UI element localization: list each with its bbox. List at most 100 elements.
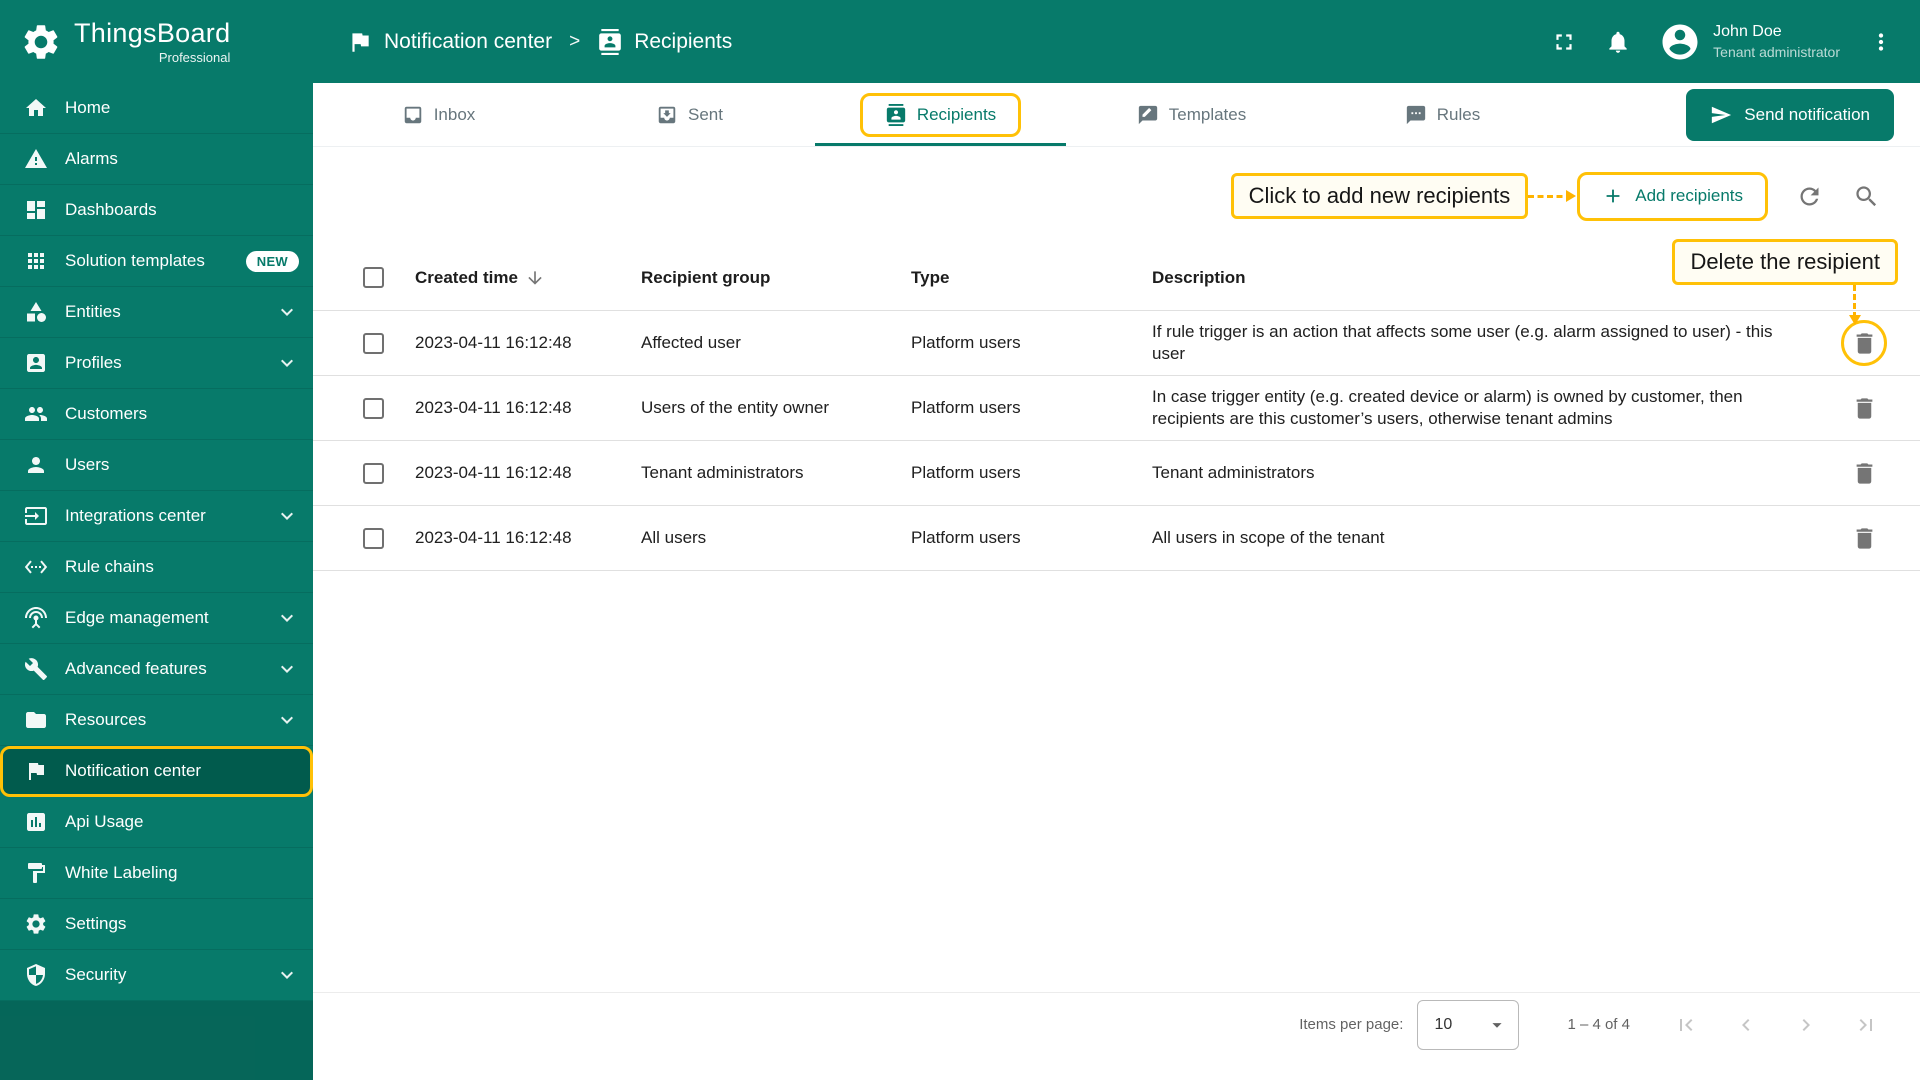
sidebar-item-solution-templates[interactable]: Solution templates NEW [0, 236, 313, 287]
api-usage-icon [24, 810, 48, 834]
delete-row-button[interactable] [1851, 460, 1878, 487]
chevron-left-icon [1734, 1013, 1758, 1037]
delete-row-button[interactable] [1851, 525, 1878, 552]
breadcrumb-parent-label: Notification center [384, 29, 553, 53]
sidebar-item-profiles[interactable]: Profiles [0, 338, 313, 389]
sidebar-item-white-labeling[interactable]: White Labeling [0, 848, 313, 899]
add-recipients-button[interactable]: Add recipients [1577, 171, 1768, 221]
refresh-button[interactable] [1796, 183, 1823, 210]
sidebar-item-integrations-center[interactable]: Integrations center [0, 491, 313, 542]
advanced-features-icon [24, 657, 48, 681]
sidebar-item-settings[interactable]: Settings [0, 899, 313, 950]
delete-row-button[interactable] [1851, 330, 1878, 357]
sidebar-item-customers[interactable]: Customers [0, 389, 313, 440]
table-row[interactable]: 2023-04-11 16:12:48 Tenant administrator… [313, 441, 1920, 506]
delete-annotation-arrow [1849, 285, 1861, 325]
first-page-icon [1674, 1013, 1698, 1037]
cell-recipient-group: Users of the entity owner [641, 398, 830, 417]
sidebar-item-resources[interactable]: Resources [0, 695, 313, 746]
first-page-button[interactable] [1674, 1013, 1698, 1037]
tab-sent[interactable]: Sent [564, 83, 815, 146]
sidebar-item-label: Rule chains [65, 557, 154, 576]
breadcrumb-recipients: Recipients [597, 29, 732, 55]
sidebar-item-label: White Labeling [65, 863, 178, 882]
chevron-down-icon [275, 606, 299, 630]
chevron-down-icon [275, 963, 299, 987]
cell-description: All users in scope of the tenant [1152, 528, 1385, 547]
trash-icon [1851, 525, 1878, 552]
topbar-actions: John Doe Tenant administrator [1551, 21, 1894, 63]
send-notification-button[interactable]: Send notification [1686, 88, 1894, 141]
delete-row-button[interactable] [1851, 395, 1878, 422]
notifications-button[interactable] [1605, 29, 1631, 55]
last-page-button[interactable] [1854, 1013, 1878, 1037]
select-all-checkbox[interactable] [363, 267, 384, 288]
dashboards-icon [24, 198, 48, 222]
sidebar-item-label: Customers [65, 404, 148, 423]
row-checkbox[interactable] [363, 462, 384, 484]
cell-created-time: 2023-04-11 16:12:48 [415, 333, 572, 352]
sidebar-item-home[interactable]: Home [0, 83, 313, 134]
edge-management-icon [24, 606, 48, 630]
user-menu[interactable]: John Doe Tenant administrator [1659, 21, 1840, 63]
sidebar-item-label: Security [65, 965, 127, 984]
table-row[interactable]: 2023-04-11 16:12:48 Users of the entity … [313, 376, 1920, 441]
sidebar-item-entities[interactable]: Entities [0, 287, 313, 338]
breadcrumb-notification-center[interactable]: Notification center [347, 29, 552, 55]
sidebar-item-label: Settings [65, 914, 127, 933]
brand-name: ThingsBoard [74, 17, 231, 48]
sidebar-item-label: Users [65, 455, 110, 474]
row-checkbox[interactable] [363, 332, 384, 354]
column-header-created-time[interactable]: Created time [415, 268, 641, 288]
items-per-page-value: 10 [1434, 1015, 1453, 1033]
fullscreen-button[interactable] [1551, 29, 1577, 55]
app-logo[interactable]: ThingsBoard Professional [0, 0, 313, 83]
solution-templates-icon [24, 249, 48, 273]
tab-inbox[interactable]: Inbox [313, 83, 564, 146]
items-per-page-label: Items per page: [1299, 1016, 1404, 1033]
last-page-icon [1854, 1013, 1878, 1037]
row-checkbox[interactable] [363, 397, 384, 419]
sidebar-item-api-usage[interactable]: Api Usage [0, 797, 313, 848]
sidebar-item-security[interactable]: Security [0, 950, 313, 1001]
tab-label: Recipients [916, 104, 997, 124]
column-label-type: Type [911, 267, 950, 287]
sidebar-item-label: Entities [65, 302, 121, 321]
cell-recipient-group: All users [641, 528, 707, 547]
next-page-button[interactable] [1794, 1013, 1818, 1037]
row-checkbox[interactable] [363, 527, 384, 549]
sidebar-item-edge-management[interactable]: Edge management [0, 593, 313, 644]
white-labeling-icon [24, 861, 48, 885]
sidebar-item-notification-center[interactable]: Notification center [0, 746, 313, 797]
table-row[interactable]: 2023-04-11 16:12:48 All users Platform u… [313, 506, 1920, 571]
more-options-button[interactable] [1868, 29, 1894, 55]
sidebar-item-advanced-features[interactable]: Advanced features [0, 644, 313, 695]
cell-created-time: 2023-04-11 16:12:48 [415, 463, 572, 482]
tab-templates[interactable]: Templates [1066, 83, 1317, 146]
sidebar-item-alarms[interactable]: Alarms [0, 134, 313, 185]
tab-recipients[interactable]: Recipients [815, 83, 1066, 146]
items-per-page-select[interactable]: 10 [1417, 999, 1520, 1050]
customers-icon [24, 402, 48, 426]
sidebar-item-dashboards[interactable]: Dashboards [0, 185, 313, 236]
thingsboard-logo-icon [20, 21, 62, 63]
chevron-right-icon [1794, 1013, 1818, 1037]
empty-area [313, 571, 1920, 992]
send-notification-label: Send notification [1744, 104, 1870, 124]
rule-chains-icon [24, 555, 48, 579]
search-button[interactable] [1853, 183, 1880, 210]
bell-icon [1605, 29, 1631, 55]
tab-rules[interactable]: Rules [1317, 83, 1568, 146]
avatar-icon [1659, 21, 1701, 63]
user-name: John Doe [1713, 23, 1782, 40]
sidebar-item-label: Integrations center [65, 506, 206, 525]
column-header-type[interactable]: Type [911, 268, 1152, 288]
sidebar-item-users[interactable]: Users [0, 440, 313, 491]
sidebar-item-rule-chains[interactable]: Rule chains [0, 542, 313, 593]
column-header-recipient-group[interactable]: Recipient group [641, 268, 911, 288]
sidebar-item-label: Notification center [65, 761, 202, 780]
sidebar-item-label: Profiles [65, 353, 122, 372]
previous-page-button[interactable] [1734, 1013, 1758, 1037]
table-row[interactable]: 2023-04-11 16:12:48 Affected user Platfo… [313, 311, 1920, 376]
sent-icon [656, 104, 678, 126]
